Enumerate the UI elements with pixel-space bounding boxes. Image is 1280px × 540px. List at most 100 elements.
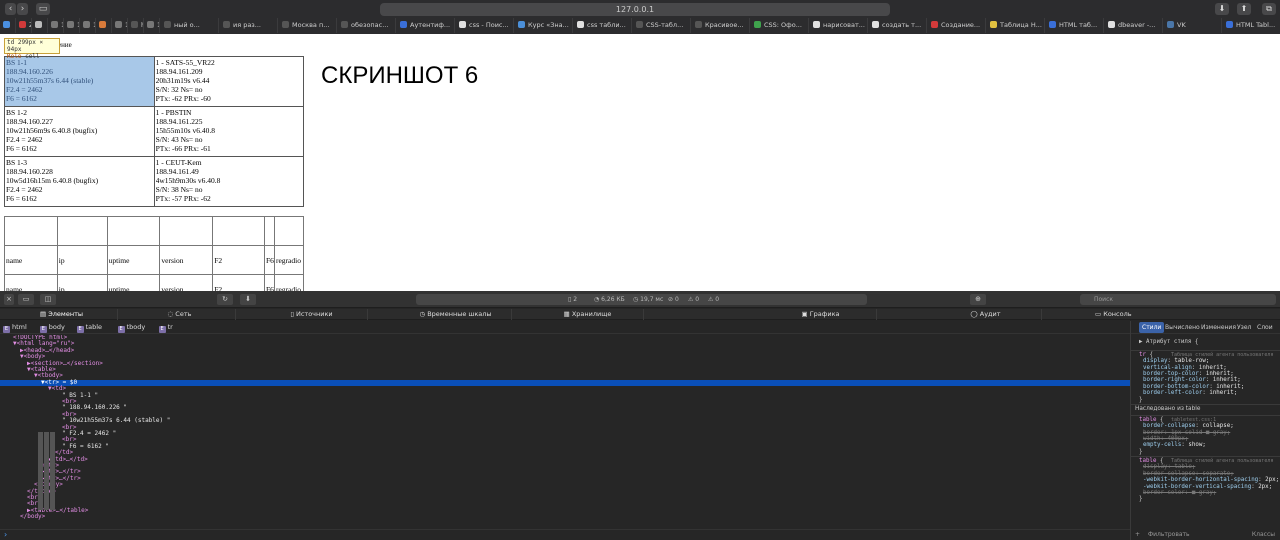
dom-gutter-bar	[50, 432, 55, 510]
add-rule-icon[interactable]: +	[1135, 531, 1142, 538]
bookmark-favicon-icon	[131, 21, 138, 28]
sidebar-tab[interactable]: Изменения	[1201, 321, 1236, 334]
bookmark-item[interactable]: HTML Tabl...	[1222, 18, 1280, 33]
css-property-value: separate;	[1202, 470, 1234, 477]
bookmark-item[interactable]: VK	[1163, 18, 1222, 33]
reload-button[interactable]: ↻	[217, 294, 233, 305]
bookmark-item[interactable]: HTML таб...	[1045, 18, 1104, 33]
table-cell: F6	[263, 274, 275, 291]
tabs-overview-button[interactable]: ⧉	[1262, 3, 1276, 15]
dom-node-text: </body>	[20, 513, 46, 521]
css-source[interactable]: tabletest.css:1	[1171, 417, 1216, 423]
bookmark-item[interactable]: Z	[16, 18, 32, 33]
css-property[interactable]: empty-cells: show;	[1143, 442, 1206, 448]
inspector-search[interactable]: Поиск	[1080, 294, 1276, 305]
bookmark-item[interactable]: Аутентиф...	[396, 18, 455, 33]
sidebar-tab[interactable]: Вычислено	[1165, 321, 1200, 334]
tab-sources[interactable]: ▯ Источники	[256, 309, 368, 320]
breadcrumb-item[interactable]: Etr	[158, 321, 173, 334]
classes-button[interactable]: Классы	[1252, 530, 1275, 539]
close-inspector-button[interactable]: ×	[4, 294, 14, 305]
tab-graphics[interactable]: ▣ Графика	[765, 309, 877, 320]
bookmark-favicon-icon	[83, 21, 90, 28]
bookmark-item[interactable]: 1	[80, 18, 96, 33]
bookmark-label: dbeaver -...	[1118, 21, 1156, 29]
sidebar-tab[interactable]: Узел	[1237, 321, 1251, 334]
tab-elements[interactable]: ▤ Элементы	[6, 309, 118, 320]
tab-audit[interactable]: ◯ Аудит	[930, 309, 1042, 320]
bookmark-item[interactable]: 1	[48, 18, 64, 33]
inspector-tooltip: td 299px × 94px Role cell	[4, 38, 60, 60]
tab-timelines[interactable]: ◷ Временные шкалы	[400, 309, 512, 320]
bookmark-item[interactable]: ный о...	[160, 18, 219, 33]
breadcrumb-item[interactable]: Etable	[76, 321, 102, 334]
tabs-icon: ⧉	[1266, 4, 1272, 13]
split-button[interactable]: ◫	[40, 294, 56, 305]
cell-line: 188.94.161.209	[155, 67, 203, 76]
download-archive-button[interactable]: ⬇	[240, 294, 256, 305]
filter-input[interactable]: Фильтровать	[1148, 531, 1190, 538]
bookmark-item[interactable]	[0, 18, 16, 33]
bookmark-item[interactable]: 1	[64, 18, 80, 33]
bookmark-item[interactable]: dbeaver -...	[1104, 18, 1163, 33]
bookmark-item[interactable]	[96, 18, 112, 33]
css-source[interactable]: Таблица стилей агента пользователя	[1171, 458, 1273, 464]
cell-line: 20h31m19s v6.44	[155, 76, 210, 85]
bookmark-item[interactable]: Москва п...	[278, 18, 337, 33]
bookmark-item[interactable]: CSS-табл...	[632, 18, 691, 33]
cell-line: F6 = 6162	[6, 194, 37, 203]
breadcrumb-item[interactable]: Ehtml	[3, 321, 27, 334]
bookmark-item[interactable]: Таблица Н...	[986, 18, 1045, 33]
sidebar-tab[interactable]: Слои	[1257, 321, 1273, 334]
bookmark-item[interactable]: обезопас...	[337, 18, 396, 33]
css-property-name: display	[1143, 358, 1168, 365]
warning-count[interactable]: ⚠ 0	[688, 294, 699, 305]
bookmark-item[interactable]: ия раз...	[219, 18, 278, 33]
dom-node[interactable]: </body>	[0, 513, 1130, 521]
browser-toolbar: ‹ › ▭ 127.0.0.1 ⬇ ⬆ ⧉	[0, 0, 1280, 17]
css-property-name: empty-cells	[1143, 442, 1182, 449]
bookmark-item[interactable]: Создание...	[927, 18, 986, 33]
bookmark-item[interactable]: CSS: Офо...	[750, 18, 809, 33]
dock-button[interactable]: ▭	[18, 294, 34, 305]
console-prompt[interactable]: ›	[0, 529, 1130, 540]
bookmark-item[interactable]: Курс «Зна...	[514, 18, 573, 33]
sidebar-toggle-button[interactable]: ▭	[36, 3, 50, 15]
breadcrumb-item[interactable]: Ebody	[39, 321, 65, 334]
tab-console[interactable]: ▭ Консоль	[1095, 309, 1132, 320]
address-bar[interactable]: 127.0.0.1	[380, 3, 890, 16]
bookmark-item[interactable]: нарисоват...	[809, 18, 868, 33]
css-property[interactable]: border-color: ■ gray;	[1143, 490, 1216, 496]
downloads-button[interactable]: ⬇	[1215, 3, 1229, 15]
css-property[interactable]: border-left-color: inherit;	[1143, 390, 1237, 396]
bookmark-item[interactable]: h	[128, 18, 144, 33]
table-cell: uptime	[106, 274, 161, 291]
css-brace: {	[1156, 457, 1164, 464]
bookmark-item[interactable]: создать т...	[868, 18, 927, 33]
dom-tree[interactable]: <!DOCTYPE html> ▼<html lang="ru"> ▶<head>……	[0, 335, 1130, 535]
tab-network[interactable]: ◌ Сеть	[124, 309, 236, 320]
forward-button[interactable]: ›	[17, 3, 28, 15]
bookmark-item[interactable]: 1	[112, 18, 128, 33]
tab-storage[interactable]: ▦ Хранилище	[532, 309, 644, 320]
sidebar-icon: ▭	[38, 4, 48, 14]
css-source[interactable]: Таблица стилей агента пользователя	[1171, 352, 1273, 358]
log-count[interactable]: ⚠ 0	[708, 294, 719, 305]
error-count[interactable]: ⊘ 0	[668, 294, 679, 305]
styles-filter[interactable]: + Фильтровать Классы	[1135, 530, 1275, 539]
cell-line: 10w21h55m37s 6.44 (stable)	[6, 76, 94, 85]
sidebar-tab[interactable]: Стили	[1139, 322, 1165, 333]
back-button[interactable]: ‹	[5, 3, 16, 15]
rule-separator	[1131, 414, 1280, 416]
bookmark-item[interactable]: css табли...	[573, 18, 632, 33]
bookmark-item[interactable]	[32, 18, 48, 33]
table-cell	[273, 216, 305, 246]
bookmark-item[interactable]: css - Поис...	[455, 18, 514, 33]
breadcrumb-item[interactable]: Etbody	[117, 321, 145, 334]
share-button[interactable]: ⬆	[1237, 3, 1251, 15]
bookmark-item[interactable]: 1	[144, 18, 160, 33]
bookmark-item[interactable]: Красивое...	[691, 18, 750, 33]
table-row: BS 1-3 188.94.160.228 10w5d16h15m 6.40.8 (…	[4, 156, 305, 207]
table-cell: BS 1-1 188.94.160.226 10w21h55m37s 6.44 (s…	[4, 56, 155, 107]
target-picker-button[interactable]: ⊕	[970, 294, 986, 305]
